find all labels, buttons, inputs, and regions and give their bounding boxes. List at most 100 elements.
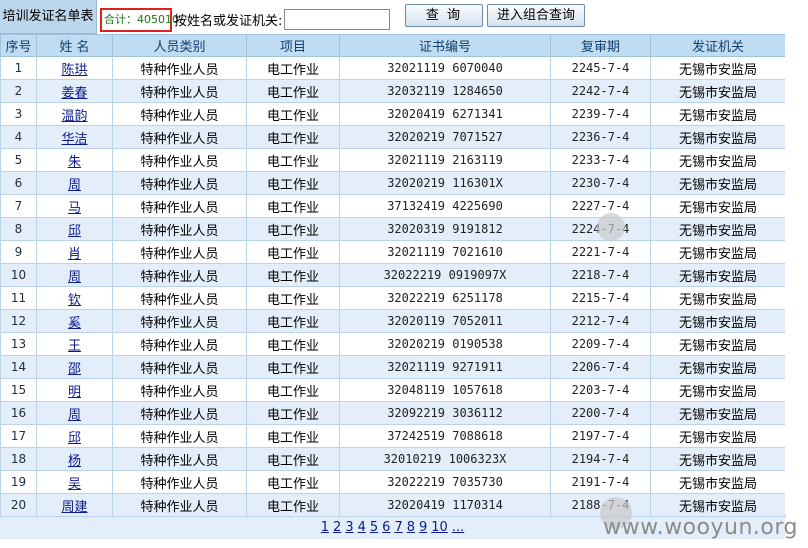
row-category: 特种作业人员 <box>112 148 247 172</box>
person-name-link[interactable]: 周 <box>68 178 81 193</box>
row-issuer: 无锡市安监局 <box>650 102 786 126</box>
person-name-link[interactable]: 王 <box>68 339 81 354</box>
person-name-link[interactable]: 邵 <box>68 362 81 377</box>
row-item: 电工作业 <box>246 286 340 310</box>
page-link-9[interactable]: 9 <box>419 520 427 535</box>
person-name-link[interactable]: 周建 <box>61 500 87 515</box>
person-name-link[interactable]: 朱 <box>68 155 81 170</box>
row-cert-no: 32020219 116301X <box>339 171 551 195</box>
person-name-link[interactable]: 吴 <box>68 477 81 492</box>
watermark-text: www.wooyun.org <box>603 515 798 540</box>
row-review-date: 2221-7-4 <box>550 240 651 264</box>
row-cert-no: 32021119 2163119 <box>339 148 551 172</box>
row-cert-no: 32020419 1170314 <box>339 493 551 517</box>
page-link-more[interactable]: ... <box>452 520 464 535</box>
row-name-cell: 杨 <box>36 447 113 471</box>
table-row: 16 周 特种作业人员 电工作业 32092219 3036112 2200-7-4 无锡市… <box>0 401 786 425</box>
search-input[interactable] <box>284 9 390 30</box>
page-link-5[interactable]: 5 <box>370 520 378 535</box>
person-name-link[interactable]: 肖 <box>68 247 81 262</box>
row-number: 7 <box>0 194 37 218</box>
row-category: 特种作业人员 <box>112 309 247 333</box>
person-name-link[interactable]: 邱 <box>68 431 81 446</box>
row-item: 电工作业 <box>246 240 340 264</box>
page-link-3[interactable]: 3 <box>345 520 353 535</box>
row-name-cell: 王 <box>36 332 113 356</box>
row-cert-no: 32021119 9271911 <box>339 355 551 379</box>
page-link-4[interactable]: 4 <box>358 520 366 535</box>
toolbar: 培训发证名单表 合计：405010 按姓名或发证机关: 查 询 进入组合查询 <box>0 0 808 34</box>
person-name-link[interactable]: 姜春 <box>61 86 87 101</box>
person-name-link[interactable]: 钦 <box>68 293 81 308</box>
row-item: 电工作业 <box>246 470 340 494</box>
row-issuer: 无锡市安监局 <box>650 378 786 402</box>
page-link-6[interactable]: 6 <box>382 520 390 535</box>
row-item: 电工作业 <box>246 309 340 333</box>
col-header-category: 人员类别 <box>112 34 247 57</box>
row-review-date: 2245-7-4 <box>550 56 651 80</box>
row-number: 3 <box>0 102 37 126</box>
row-name-cell: 钦 <box>36 286 113 310</box>
row-cert-no: 32020219 0190538 <box>339 332 551 356</box>
row-item: 电工作业 <box>246 56 340 80</box>
row-number: 16 <box>0 401 37 425</box>
search-label: 按姓名或发证机关: <box>174 14 283 29</box>
table-row: 6 周 特种作业人员 电工作业 32020219 116301X 2230-7-4 无锡市安… <box>0 171 786 195</box>
col-header-review-date: 复审期 <box>550 34 651 57</box>
certificate-table: 序号 姓 名 人员类别 项目 证书编号 复审期 发证机关 1 陈珙 特种作业人员 电工… <box>0 34 786 517</box>
person-name-link[interactable]: 陈珙 <box>61 63 87 78</box>
row-review-date: 2215-7-4 <box>550 286 651 310</box>
table-row: 11 钦 特种作业人员 电工作业 32022219 6251178 2215-7-4 无锡市… <box>0 286 786 310</box>
row-issuer: 无锡市安监局 <box>650 424 786 448</box>
row-category: 特种作业人员 <box>112 240 247 264</box>
row-category: 特种作业人员 <box>112 194 247 218</box>
row-name-cell: 吴 <box>36 470 113 494</box>
col-header-issuer: 发证机关 <box>650 34 786 57</box>
row-category: 特种作业人员 <box>112 79 247 103</box>
query-button[interactable]: 查 询 <box>405 4 483 27</box>
row-review-date: 2236-7-4 <box>550 125 651 149</box>
combined-query-button[interactable]: 进入组合查询 <box>487 4 585 27</box>
person-name-link[interactable]: 奚 <box>68 316 81 331</box>
page-link-2[interactable]: 2 <box>333 520 341 535</box>
person-name-link[interactable]: 明 <box>68 385 81 400</box>
page-title-tab[interactable]: 培训发证名单表 <box>0 0 97 34</box>
table-header-row: 序号 姓 名 人员类别 项目 证书编号 复审期 发证机关 <box>0 34 786 57</box>
page-link-1[interactable]: 1 <box>321 520 329 535</box>
row-number: 12 <box>0 309 37 333</box>
row-review-date: 2209-7-4 <box>550 332 651 356</box>
row-category: 特种作业人员 <box>112 263 247 287</box>
row-name-cell: 奚 <box>36 309 113 333</box>
page-link-10[interactable]: 10 <box>431 520 448 535</box>
page-link-7[interactable]: 7 <box>394 520 402 535</box>
table-row: 18 杨 特种作业人员 电工作业 32010219 1006323X 2194-7-4 无锡… <box>0 447 786 471</box>
table-row: 10 周 特种作业人员 电工作业 32022219 0919097X 2218-7-4 无锡… <box>0 263 786 287</box>
row-number: 4 <box>0 125 37 149</box>
row-category: 特种作业人员 <box>112 217 247 241</box>
row-item: 电工作业 <box>246 102 340 126</box>
table-row: 17 邱 特种作业人员 电工作业 37242519 7088618 2197-7-4 无锡市… <box>0 424 786 448</box>
person-name-link[interactable]: 华洁 <box>61 132 87 147</box>
row-number: 20 <box>0 493 37 517</box>
row-item: 电工作业 <box>246 493 340 517</box>
person-name-link[interactable]: 杨 <box>68 454 81 469</box>
row-item: 电工作业 <box>246 79 340 103</box>
person-name-link[interactable]: 温韵 <box>61 109 87 124</box>
row-number: 1 <box>0 56 37 80</box>
row-cert-no: 32021119 7021610 <box>339 240 551 264</box>
person-name-link[interactable]: 马 <box>68 201 81 216</box>
person-name-link[interactable]: 周 <box>68 270 81 285</box>
row-category: 特种作业人员 <box>112 470 247 494</box>
row-cert-no: 32010219 1006323X <box>339 447 551 471</box>
row-cert-no: 32048119 1057618 <box>339 378 551 402</box>
row-cert-no: 37242519 7088618 <box>339 424 551 448</box>
row-number: 6 <box>0 171 37 195</box>
person-name-link[interactable]: 邱 <box>68 224 81 239</box>
row-issuer: 无锡市安监局 <box>650 240 786 264</box>
table-row: 12 奚 特种作业人员 电工作业 32020119 7052011 2212-7-4 无锡市… <box>0 309 786 333</box>
page-link-8[interactable]: 8 <box>407 520 415 535</box>
person-name-link[interactable]: 周 <box>68 408 81 423</box>
row-category: 特种作业人员 <box>112 125 247 149</box>
row-number: 13 <box>0 332 37 356</box>
row-item: 电工作业 <box>246 378 340 402</box>
